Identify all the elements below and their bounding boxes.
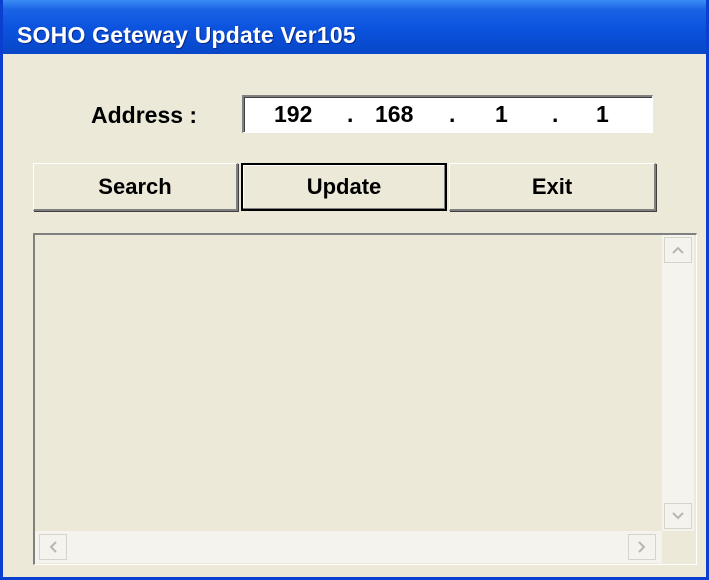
scrollbar-corner [662,531,694,563]
vertical-scrollbar[interactable] [662,235,694,531]
ip-address-field[interactable]: 192 . 168 . 1 . 1 [242,95,653,133]
chevron-down-icon[interactable] [664,503,692,529]
chevron-up-icon[interactable] [664,237,692,263]
ip-separator-1: . [347,101,354,127]
ip-octet-2[interactable]: 168 [375,101,413,128]
chevron-left-icon[interactable] [39,534,67,560]
log-output[interactable] [33,233,697,565]
chevron-right-icon[interactable] [628,534,656,560]
ip-separator-2: . [449,101,456,127]
address-label: Address : [91,102,198,128]
ip-octet-4[interactable]: 1 [596,101,609,128]
title-bar[interactable]: SOHO Geteway Update Ver105 [3,0,706,54]
ip-separator-3: . [552,101,559,127]
window-title: SOHO Geteway Update Ver105 [17,22,356,48]
exit-button[interactable]: Exit [449,163,656,211]
ip-octet-3[interactable]: 1 [495,101,508,128]
search-button[interactable]: Search [33,163,238,211]
ip-octet-1[interactable]: 192 [274,101,312,128]
app-window: SOHO Geteway Update Ver105 Address : 192… [0,0,709,580]
horizontal-scrollbar[interactable] [35,531,662,563]
update-button[interactable]: Update [241,163,447,211]
